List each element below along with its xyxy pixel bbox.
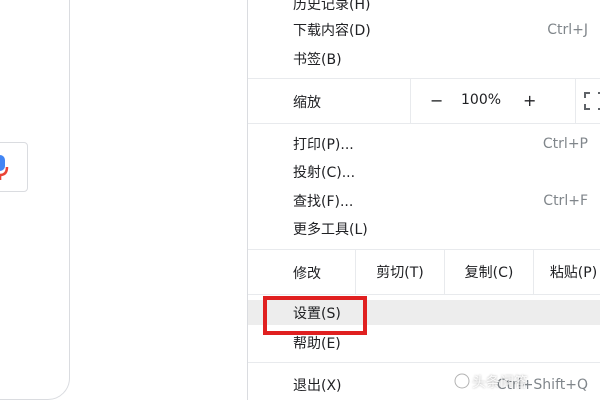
menu-item-label: 打印(P)... [293,136,354,153]
menu-item-label: 查找(F)... [293,193,354,210]
copy-label: 复制(C) [464,265,514,281]
fullscreen-icon [584,92,600,110]
menu-separator [248,362,600,363]
menu-row-edit: 修改 剪切(T) 复制(C) 粘贴(P) [248,250,600,294]
zoom-out-button[interactable]: − [430,91,443,110]
menu-item-cast[interactable]: 投射(C)... [248,159,600,184]
menu-item-label: 书签(B) [293,51,342,68]
paste-button[interactable]: 粘贴(P) [533,250,600,294]
fullscreen-button[interactable] [575,79,600,123]
menu-item-exit[interactable]: 退出(X) Ctrl+Shift+Q [248,372,600,397]
menu-item-label: 投射(C)... [293,164,356,181]
copy-button[interactable]: 复制(C) [444,250,533,294]
menu-item-label: 更多工具(L) [293,221,368,238]
menu-item-more-tools[interactable]: 更多工具(L) [248,216,600,241]
menu-item-history[interactable]: 历史记录(H) [248,0,600,16]
settings-highlight-annotation [263,296,367,335]
menu-item-shortcut: Ctrl+F [543,192,588,209]
watermark-text: 头条问答 [472,375,528,391]
zoom-level: 100% [461,92,502,108]
menu-item-downloads[interactable]: 下载内容(D) Ctrl+J [248,17,600,42]
edit-label: 修改 [293,266,321,282]
menu-separator [248,294,600,295]
menu-item-bookmarks[interactable]: 书签(B) [248,46,600,71]
page-content-area [0,0,248,400]
menu-item-label: 退出(X) [293,377,342,394]
watermark-logo-icon [454,373,470,389]
search-box-card [0,0,70,400]
menu-item-find[interactable]: 查找(F)... Ctrl+F [248,188,600,213]
zoom-controls: − 100% + [410,79,600,123]
voice-search-button[interactable] [0,142,28,192]
zoom-in-button[interactable]: + [523,91,536,110]
menu-separator [248,123,600,124]
menu-item-label: 下载内容(D) [293,22,371,39]
menu-item-label: 历史记录(H) [293,0,371,13]
zoom-label: 缩放 [293,95,321,111]
browser-menu: 历史记录(H) 下载内容(D) Ctrl+J 书签(B) 缩放 − 100% +… [247,0,600,400]
menu-item-label: 帮助(E) [293,335,341,352]
menu-item-shortcut: Ctrl+J [547,21,588,38]
menu-row-zoom: 缩放 − 100% + [248,79,600,123]
cut-button[interactable]: 剪切(T) [355,250,444,294]
cut-label: 剪切(T) [376,265,424,281]
menu-item-shortcut: Ctrl+P [542,135,588,152]
menu-item-print[interactable]: 打印(P)... Ctrl+P [248,131,600,156]
microphone-icon [0,155,9,180]
paste-label: 粘贴(P) [549,265,598,281]
